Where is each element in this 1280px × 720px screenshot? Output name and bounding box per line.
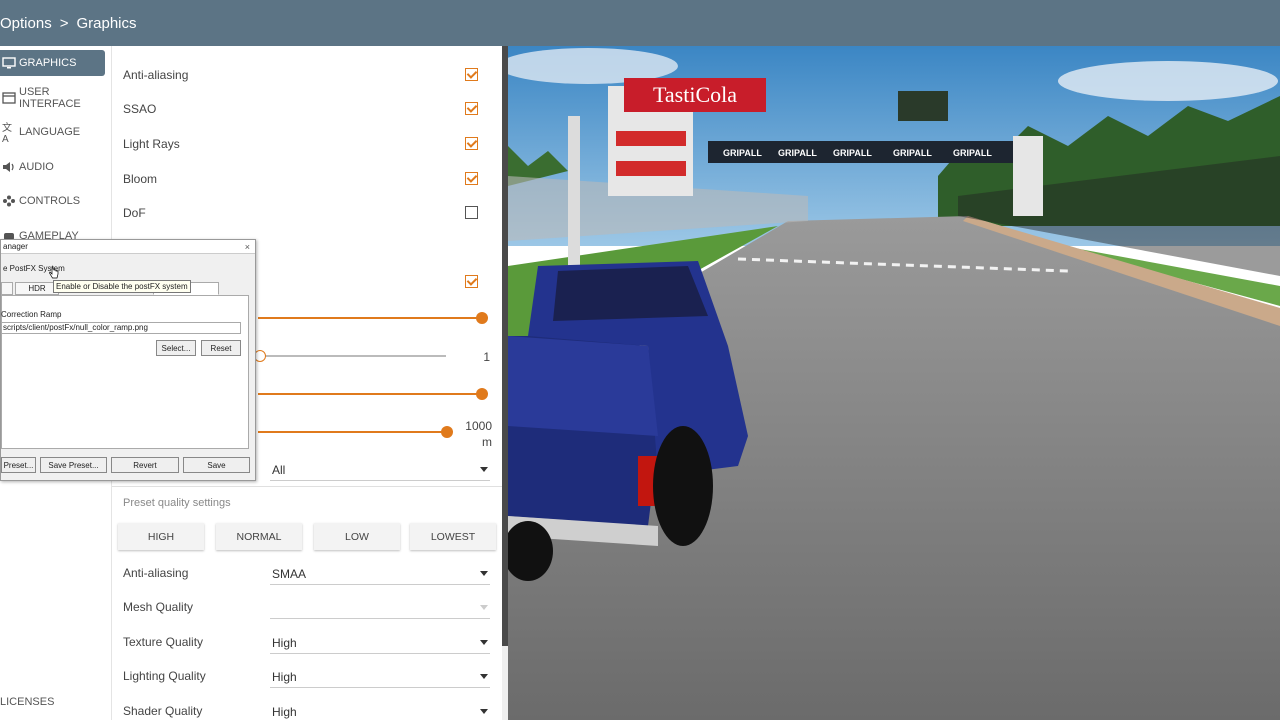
banner-text: GRIPALL [723,148,762,158]
translate-icon: 文A [2,123,12,145]
select-value: High [272,635,297,650]
page-title: Graphics [76,14,137,32]
chevron-down-icon [480,674,488,679]
slider-handle[interactable] [476,312,488,324]
quality-label: Texture Quality [123,635,204,649]
slider-value: 1 [483,350,490,364]
sidebar-item-language[interactable]: 文A LANGUAGE [0,119,105,145]
chevron-down-icon [480,709,488,714]
banner-text: GRIPALL [893,148,932,158]
preset-high-button[interactable]: HIGH [118,523,204,550]
slider-track [258,431,446,433]
ramp-path-field[interactable]: scripts/client/postFx/null_color_ramp.pn… [1,322,241,334]
select-value: High [272,704,297,719]
mouse-cursor-icon [49,266,59,279]
toggle-label: SSAO [123,102,157,116]
preset-normal-button[interactable]: NORMAL [216,523,302,550]
chevron-down-icon [480,467,488,472]
save-button[interactable]: Save [183,457,250,473]
tab-general[interactable] [1,282,13,295]
select-value: SMAA [272,566,307,581]
breadcrumb-bar: Options > Graphics [0,0,1280,46]
shader-quality-select[interactable]: High [270,701,490,720]
slider-track [258,355,446,357]
quality-label: Shader Quality [123,704,203,718]
toggle-label: Light Rays [123,137,180,151]
sidebar-item-graphics[interactable]: GRAPHICS [0,50,105,76]
divider [112,486,502,487]
anti-aliasing-select[interactable]: SMAA [270,563,490,585]
breadcrumb-parent[interactable]: Options [0,15,52,32]
preset-section-label: Preset quality settings [123,497,231,509]
hidden-setting-checkbox[interactable] [465,275,478,288]
mesh-quality-select[interactable] [270,597,490,619]
select-value: High [272,669,297,684]
licenses-link[interactable]: LICENSES [0,696,54,708]
quality-label: Mesh Quality [123,600,194,614]
banner-text: GRIPALL [833,148,872,158]
toggle-label: Anti-aliasing [123,68,189,82]
preset-lowest-button[interactable]: LOWEST [410,523,496,550]
select-value: All [272,462,286,477]
slider-track [258,317,482,319]
quality-label: Lighting Quality [123,669,206,683]
banner-text: GRIPALL [953,148,992,158]
correction-ramp-label: Correction Ramp [1,310,62,319]
quality-label: Anti-aliasing [123,566,189,580]
partial-select[interactable]: All [270,459,490,481]
sidebar-item-label: AUDIO [19,161,54,173]
save-preset-button[interactable]: Save Preset... [40,457,107,473]
light-rays-checkbox[interactable] [465,137,478,150]
reset-button[interactable]: Reset [201,340,241,356]
sidebar-item-audio[interactable]: AUDIO [0,154,105,180]
sidebar-item-label: GRAPHICS [19,57,77,69]
texture-quality-select[interactable]: High [270,632,490,654]
sidebar-item-label: LANGUAGE [19,126,81,138]
monitor-icon [2,56,16,70]
slider-value: 1000 [465,419,492,433]
game-viewport[interactable]: TastiCola GRIPALL GRIPALL GRIPALL GRIPAL… [508,46,1280,720]
tasticola-sign: TastiCola [653,82,737,107]
slider-handle[interactable] [476,388,488,400]
lighting-quality-select[interactable]: High [270,666,490,688]
sidebar-item-controls[interactable]: CONTROLS [0,188,105,214]
revert-button[interactable]: Revert [111,457,179,473]
chevron-down-icon [480,640,488,645]
chevron-down-icon [480,571,488,576]
toggle-label: Bloom [123,172,158,186]
toggle-label: DoF [123,206,146,220]
speaker-icon [2,160,16,174]
slider-unit: m [482,435,492,449]
enable-postfx-tooltip: Enable or Disable the postFX system [53,280,191,293]
sidebar-item-label: USER INTERFACE [19,86,81,110]
window-icon [2,91,16,105]
bloom-checkbox[interactable] [465,172,478,185]
close-icon[interactable]: × [245,240,250,254]
preset-button[interactable]: Preset... [1,457,36,473]
banner-text: GRIPALL [778,148,817,158]
anti-aliasing-checkbox[interactable] [465,68,478,81]
dof-checkbox[interactable] [465,206,478,219]
sidebar-item-user-interface[interactable]: USER INTERFACE [0,85,105,111]
breadcrumb-separator: > [59,14,69,32]
race-track-scene: TastiCola GRIPALL GRIPALL GRIPALL GRIPAL… [508,46,1280,720]
gamepad-icon [2,194,16,208]
sidebar-item-label: CONTROLS [19,195,81,207]
postfx-manager-dialog: anager × e PostFX System HDR orrection E… [0,239,256,481]
dialog-title: anager [1,240,255,254]
slider-track [258,393,482,395]
chevron-down-icon [480,605,488,610]
select-file-button[interactable]: Select... [156,340,196,356]
ssao-checkbox[interactable] [465,102,478,115]
preset-low-button[interactable]: LOW [314,523,400,550]
